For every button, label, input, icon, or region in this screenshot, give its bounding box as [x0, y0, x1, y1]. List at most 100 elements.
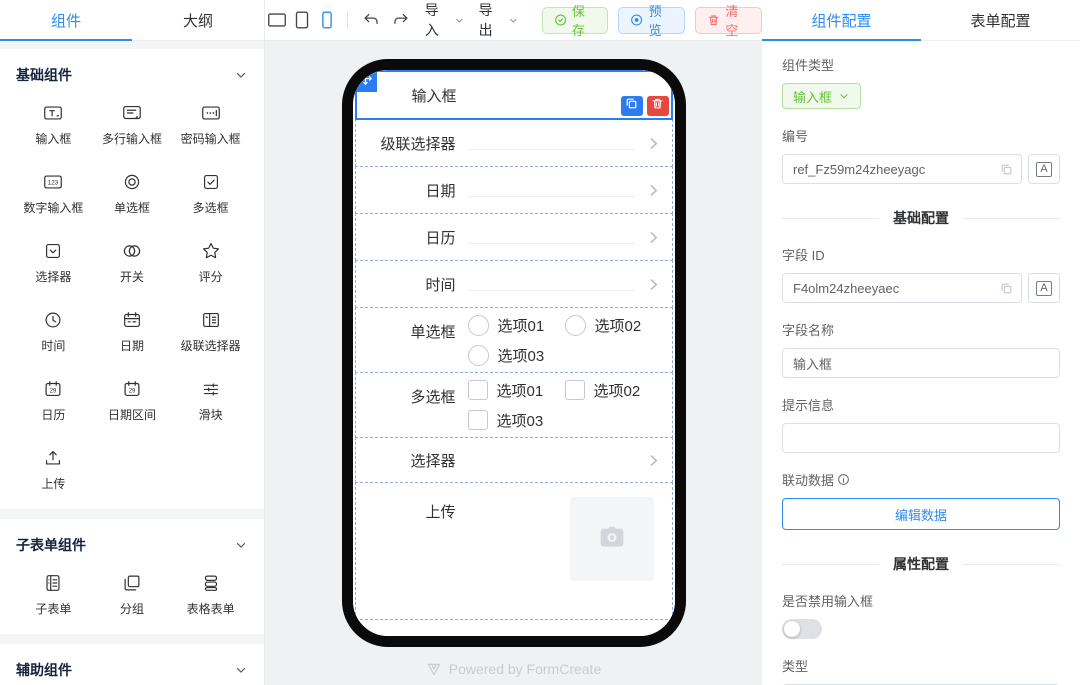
radio-circle-icon[interactable] — [468, 345, 489, 366]
component-item-group[interactable]: 分组 — [93, 559, 172, 628]
component-item-label: 日历 — [41, 406, 65, 423]
form-field-radio[interactable]: 单选框选项01选项02选项03 — [355, 307, 673, 373]
save-button[interactable]: 保存 — [542, 7, 609, 34]
component-item-slider[interactable]: 滑块 — [171, 365, 250, 434]
form-field-checkbox[interactable]: 多选框选项01选项02选项03 — [355, 372, 673, 438]
undo-icon[interactable] — [360, 8, 383, 32]
component-item-textarea[interactable]: 多行输入框 — [93, 89, 172, 158]
checkbox-box-icon[interactable] — [565, 380, 585, 400]
preview-button[interactable]: 预览 — [618, 7, 685, 34]
component-item-label: 评分 — [199, 268, 223, 285]
delete-field-button[interactable] — [647, 96, 669, 116]
component-item-label: 时间 — [41, 337, 65, 354]
radio-circle-icon[interactable] — [565, 315, 586, 336]
component-item-date[interactable]: 日期 — [93, 296, 172, 365]
option-item[interactable]: 选项03 — [468, 410, 565, 431]
field-id-input[interactable] — [782, 273, 1022, 303]
component-item-select[interactable]: 选择器 — [14, 227, 93, 296]
component-item-calendar[interactable]: 29 日历 — [14, 365, 93, 434]
component-item-label: 滑块 — [199, 406, 223, 423]
form-field-nav[interactable]: 日期 — [355, 166, 673, 214]
option-item[interactable]: 选项03 — [468, 345, 565, 366]
form-field-nav[interactable]: 日历 — [355, 213, 673, 261]
component-item-switch[interactable]: 开关 — [93, 227, 172, 296]
clear-button[interactable]: 清空 — [695, 7, 762, 34]
form-field-nav[interactable]: 级联选择器 — [355, 119, 673, 167]
canvas[interactable]: 输入框级联选择器日期日历时间单选框选项01选项02选项03多选框选项01选项02… — [265, 41, 762, 685]
ref-input[interactable] — [782, 154, 1022, 184]
svg-text:29: 29 — [129, 389, 136, 395]
variable-button[interactable]: A — [1028, 154, 1060, 184]
textarea-icon — [121, 102, 143, 124]
section-header[interactable]: 基础组件 — [14, 59, 250, 89]
device-mobile-icon[interactable] — [314, 7, 339, 33]
tab-form-config[interactable]: 表单配置 — [921, 0, 1080, 40]
radio-circle-icon[interactable] — [468, 315, 489, 336]
move-handle[interactable] — [355, 70, 377, 92]
chevron-down-icon[interactable] — [234, 663, 248, 677]
export-dropdown[interactable]: 导出 — [479, 0, 519, 40]
import-dropdown[interactable]: 导入 — [425, 0, 465, 40]
component-item-checkbox[interactable]: 多选框 — [171, 158, 250, 227]
row-actions — [621, 96, 669, 116]
checkbox-box-icon[interactable] — [468, 380, 488, 400]
component-item-daterange[interactable]: 29日期区间 — [93, 365, 172, 434]
component-type-tag[interactable]: 输入框 — [782, 83, 861, 109]
disable-toggle[interactable] — [782, 619, 822, 639]
copy-icon[interactable] — [1000, 282, 1013, 295]
device-tablet-icon[interactable] — [290, 7, 315, 33]
chevron-down-icon[interactable] — [234, 538, 248, 552]
option-item[interactable]: 选项02 — [565, 315, 662, 336]
select-icon — [42, 240, 64, 262]
section-header[interactable]: 子表单组件 — [14, 529, 250, 559]
option-item[interactable]: 选项02 — [565, 380, 662, 401]
component-item-input[interactable]: 输入框 — [14, 89, 93, 158]
form-field-nav[interactable]: 时间 — [355, 260, 673, 308]
component-item-time[interactable]: 时间 — [14, 296, 93, 365]
chevron-down-icon — [454, 15, 464, 26]
section-header[interactable]: 辅助组件 — [14, 654, 250, 684]
section-title: 基础组件 — [16, 65, 72, 85]
component-item-label: 子表单 — [35, 600, 71, 617]
form-field-input[interactable]: 输入框 — [355, 70, 673, 120]
component-item-radio[interactable]: 单选框 — [93, 158, 172, 227]
component-item-rate[interactable]: 评分 — [171, 227, 250, 296]
variable-button[interactable]: A — [1028, 273, 1060, 303]
info-icon — [837, 473, 850, 486]
checkbox-icon — [200, 171, 222, 193]
form-field-upload[interactable]: 上传 — [355, 482, 673, 620]
field-id-label: 字段 ID — [782, 245, 1060, 264]
rate-icon — [200, 240, 222, 262]
component-item-upload[interactable]: 上传 — [14, 434, 93, 503]
redo-icon[interactable] — [389, 8, 412, 32]
hint-input[interactable] — [782, 423, 1060, 453]
form-field-nav[interactable]: 选择器 — [355, 437, 673, 483]
tab-component-config[interactable]: 组件配置 — [762, 0, 921, 40]
edit-data-button[interactable]: 编辑数据 — [782, 498, 1060, 530]
chevron-right-icon — [645, 229, 662, 246]
option-item[interactable]: 选项01 — [468, 380, 565, 401]
left-tabs: 组件 大纲 — [0, 0, 264, 41]
option-item[interactable]: 选项01 — [468, 315, 565, 336]
component-item-cascader[interactable]: 级联选择器 — [171, 296, 250, 365]
chevron-down-icon[interactable] — [234, 68, 248, 82]
field-label: 时间 — [356, 274, 456, 295]
tab-components[interactable]: 组件 — [0, 0, 132, 40]
tab-outline[interactable]: 大纲 — [132, 0, 264, 40]
config-form: 组件类型 输入框 编号 A 基础配置 字段 ID — [762, 41, 1080, 685]
component-item-password[interactable]: 密码输入框 — [171, 89, 250, 158]
field-underline — [468, 453, 635, 467]
device-desktop-icon[interactable] — [265, 7, 290, 33]
component-item-tableform[interactable]: 表格表单 — [171, 559, 250, 628]
watermark-text: Powered by FormCreate — [449, 661, 602, 677]
component-item-number[interactable]: 123数字输入框 — [14, 158, 93, 227]
calendar-icon: 29 — [42, 378, 64, 400]
copy-field-button[interactable] — [621, 96, 643, 116]
linkage-label: 联动数据 — [782, 470, 1060, 489]
component-item-subform[interactable]: 子表单 — [14, 559, 93, 628]
checkbox-box-icon[interactable] — [468, 410, 488, 430]
copy-icon[interactable] — [1000, 163, 1013, 176]
field-name-input[interactable] — [782, 348, 1060, 378]
upload-area[interactable] — [570, 497, 654, 581]
left-panel: 组件 大纲 基础组件输入框多行输入框密码输入框 123数字输入框单选框多选框选择器… — [0, 0, 265, 685]
